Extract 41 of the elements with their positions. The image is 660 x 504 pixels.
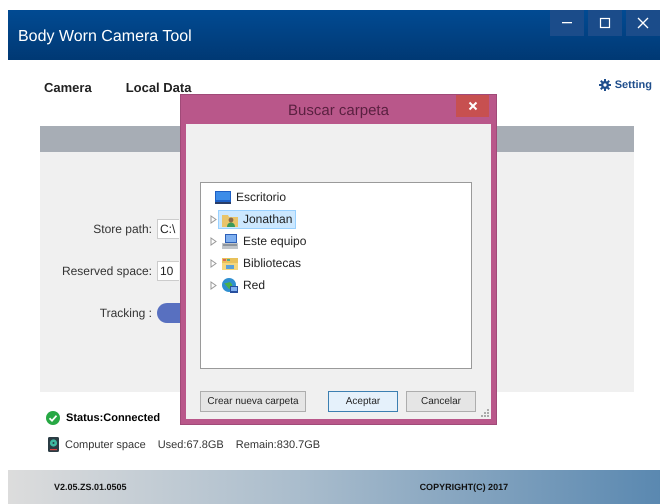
- field-label: Store path:: [92, 222, 152, 236]
- used-space: Used:67.8GB: [158, 438, 224, 450]
- remaining-space: Remain:830.7GB: [236, 438, 320, 450]
- close-icon: [626, 10, 660, 36]
- gear-icon: [598, 79, 611, 91]
- maximize-icon: [588, 10, 622, 36]
- tree-item[interactable]: Red: [218, 276, 270, 294]
- resize-grip-icon: [481, 409, 489, 417]
- status-text: Status:Connected: [66, 412, 160, 424]
- tree-item[interactable]: Este equipo: [218, 232, 310, 250]
- expand-arrow-icon[interactable]: [210, 258, 217, 268]
- text-field[interactable]: C:\: [157, 219, 179, 239]
- setting-link[interactable]: Setting: [598, 79, 652, 91]
- tree-item[interactable]: Jonathan: [218, 210, 296, 228]
- expand-arrow-icon[interactable]: [210, 214, 217, 224]
- dialog-title: Buscar carpeta: [288, 102, 389, 119]
- close-icon: [468, 101, 478, 111]
- field-label: Tracking :: [98, 306, 152, 320]
- space-label: Computer space: [65, 438, 146, 450]
- computer-icon: [222, 234, 238, 248]
- dialog-button[interactable]: Crear nueva carpeta: [200, 391, 306, 412]
- copyright-text: COPYRIGHT(C) 2017: [420, 482, 508, 492]
- nav-tab[interactable]: Local Data: [126, 80, 192, 95]
- text-field[interactable]: 10: [157, 261, 179, 281]
- version-text: V2.05.ZS.01.0505: [54, 482, 127, 492]
- tree-item[interactable]: Bibliotecas: [218, 254, 306, 272]
- expand-arrow-icon[interactable]: [210, 236, 217, 246]
- desktop-icon: [215, 190, 231, 204]
- nav-tab[interactable]: Camera: [44, 80, 92, 95]
- dialog-button[interactable]: Aceptar: [328, 391, 398, 412]
- expand-arrow-icon[interactable]: [210, 280, 217, 290]
- library-icon: [222, 256, 238, 270]
- minimize-icon: [550, 10, 584, 36]
- field-label: Reserved space:: [60, 264, 152, 278]
- toggle-switch[interactable]: [157, 303, 180, 323]
- tree-item[interactable]: Escritorio: [211, 188, 290, 206]
- network-icon: [222, 278, 238, 292]
- dialog-button[interactable]: Cancelar: [406, 391, 476, 412]
- close-button[interactable]: [456, 95, 489, 117]
- hard-drive-icon: [48, 437, 59, 452]
- window-title: Body Worn Camera Tool: [18, 28, 192, 46]
